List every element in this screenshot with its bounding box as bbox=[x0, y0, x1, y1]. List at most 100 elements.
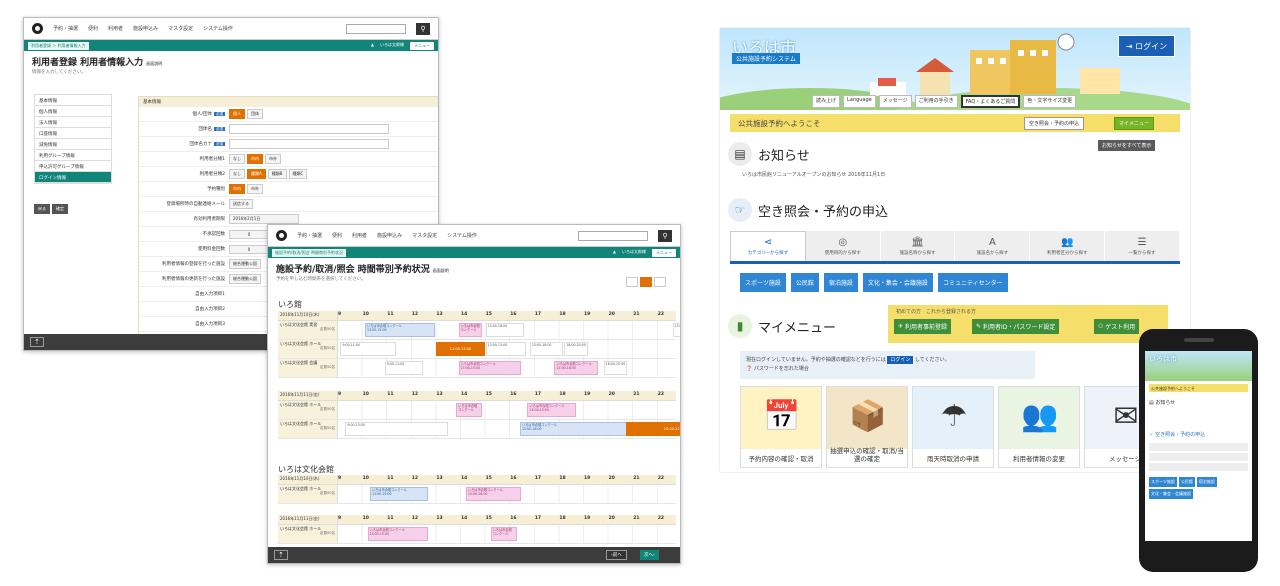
sidebar-item[interactable]: 法人情報 bbox=[35, 117, 111, 128]
breadcrumb[interactable]: 利用者登録 ＞ 利用者情報入力 bbox=[28, 41, 89, 50]
option-chip[interactable]: 種類C bbox=[288, 169, 308, 179]
reservation-block[interactable]: いろは市合唱コンクール 13:00-15:00 bbox=[365, 323, 436, 337]
help-link[interactable]: 画面説明 bbox=[146, 61, 162, 67]
nav-item[interactable]: 予約・抽選 bbox=[53, 25, 78, 32]
nav-item[interactable]: 施設申込み bbox=[133, 25, 158, 32]
pre-register-button[interactable]: ✈ 利用者事前登録 bbox=[894, 319, 951, 334]
room-label[interactable]: いろは文化会館 ホール 定員50名 bbox=[278, 401, 338, 419]
tab-list[interactable]: ☰ 一覧から探す bbox=[1105, 231, 1180, 261]
confirm-button[interactable]: 確定 bbox=[52, 204, 68, 214]
faq-button[interactable]: FAQ・よくあるご質問 bbox=[960, 95, 1021, 108]
reservation-block[interactable]: 9:00-11:00 bbox=[384, 361, 424, 375]
option-chip[interactable]: 市内 bbox=[247, 154, 263, 164]
phone-news[interactable]: ▤ お知らせ bbox=[1149, 399, 1175, 406]
breadcrumb[interactable]: 施設予約/取消/照会 時間帯別予約状況 bbox=[272, 248, 346, 257]
room-label[interactable]: いろは文化会館 ホール 定員50名 bbox=[278, 525, 338, 543]
reservation-block[interactable]: 11:00-13:00 bbox=[436, 342, 485, 356]
nav-item[interactable]: 予約・抽選 bbox=[297, 232, 322, 239]
nav-item[interactable]: システム操作 bbox=[203, 25, 233, 32]
time-slots[interactable]: 9:00-13:00 いろは市合唱コンクール 15:00-18:00 15:00-22… bbox=[338, 420, 680, 438]
notification-icon[interactable]: ▲ bbox=[613, 249, 616, 257]
nav-item[interactable]: 便利 bbox=[332, 232, 342, 239]
view-list-icon[interactable] bbox=[626, 277, 638, 287]
reservation-block[interactable]: いろは市合唱コンクール 13:00-15:00 bbox=[527, 403, 576, 417]
tab-letter[interactable]: A 施設名から探す bbox=[955, 231, 1031, 261]
display-settings-button[interactable]: 色・文字サイズ変更 bbox=[1023, 95, 1077, 108]
reservation-block[interactable]: 9:00-13:00 bbox=[345, 422, 448, 436]
menu-card[interactable]: 📅 予約内容の確認・取消 bbox=[740, 386, 822, 468]
reservation-block[interactable]: 9:00-11:00 bbox=[340, 342, 397, 356]
phone-category-button[interactable]: 公民館 bbox=[1178, 477, 1195, 487]
scroll-top-icon[interactable]: ⇡ bbox=[274, 550, 288, 560]
reservation-block[interactable]: 15:00-22:00 bbox=[625, 422, 680, 436]
back-button[interactable]: 戻る bbox=[34, 204, 50, 214]
menu-card[interactable]: 👥 利用者情報の変更 bbox=[998, 386, 1080, 468]
menu-card[interactable]: ☂ 雨天時取消の申請 bbox=[912, 386, 994, 468]
reservation-block[interactable]: いろは市合唱コンクール bbox=[490, 527, 517, 541]
tab-people[interactable]: 👥 利用者区分から探す bbox=[1030, 231, 1106, 261]
tab-building[interactable]: 🏛 施設名称から探す bbox=[880, 231, 956, 261]
guest-use-button[interactable]: ⚇ ゲスト利用 bbox=[1094, 319, 1140, 334]
next-button[interactable]: 次へ › bbox=[640, 550, 659, 560]
option-chip[interactable]: 種類A bbox=[247, 169, 266, 179]
time-slots[interactable]: いろは市合唱コンクール 13:00-15:00 いろは市合唱コンクール 15:00-1… bbox=[338, 485, 676, 503]
sidebar-item[interactable]: 個人情報 bbox=[35, 106, 111, 117]
news-item[interactable]: いろは市民館リニューアルオープンのお知らせ 2016年11月1日 bbox=[742, 171, 885, 178]
news-all-button[interactable]: お知らせをすべて表示 bbox=[1098, 140, 1156, 151]
message-button[interactable]: メッセージ bbox=[878, 95, 912, 108]
category-button[interactable]: コミュニティセンター bbox=[937, 273, 1008, 292]
search-icon[interactable]: ⚲ bbox=[416, 22, 430, 35]
reservation-block[interactable]: 15:00-22:00 bbox=[672, 323, 680, 337]
view-grid-icon[interactable] bbox=[640, 277, 652, 287]
room-label[interactable]: いろは文化会館 実習 定員50名 bbox=[278, 321, 338, 339]
option-chip[interactable]: 市外 bbox=[265, 154, 281, 164]
reservation-block[interactable]: 18:00-20:00 bbox=[564, 342, 588, 356]
room-label[interactable]: いろは文化会館 ホール 定員50名 bbox=[278, 340, 338, 358]
phone-tabs[interactable] bbox=[1149, 443, 1248, 471]
my-menu-button[interactable]: マイメニュー bbox=[1114, 117, 1155, 130]
phone-category-button[interactable]: 文化・集会・会議施設 bbox=[1149, 489, 1193, 499]
reservation-block[interactable]: いろは市合唱コンクール 15:00-18:00 bbox=[465, 487, 522, 501]
reservation-block[interactable]: 15:00-18:00 bbox=[529, 342, 564, 356]
guide-button[interactable]: ご利用の手引き bbox=[914, 95, 958, 108]
user-name[interactable]: いろは太郎様 bbox=[622, 249, 646, 257]
option-chip[interactable]: なし bbox=[229, 169, 245, 179]
room-label[interactable]: いろは文化会館 ホール 定員50名 bbox=[278, 420, 338, 438]
option-chip[interactable]: 個人 bbox=[229, 109, 245, 119]
search-input[interactable] bbox=[346, 23, 406, 34]
login-button[interactable]: ⇥ ログイン bbox=[1118, 35, 1175, 57]
language-button[interactable]: Language bbox=[843, 95, 876, 108]
view-calendar-icon[interactable] bbox=[654, 277, 666, 287]
prev-button[interactable]: ‹ 前へ bbox=[606, 550, 627, 560]
date-field[interactable]: 2016年2月1日 bbox=[229, 214, 299, 224]
phone-category-button[interactable]: スポーツ施設 bbox=[1149, 477, 1177, 487]
nav-item[interactable]: 施設申込み bbox=[377, 232, 402, 239]
time-slots[interactable]: いろは市合唱コンクール 13:00-15:00 いろは市合唱コンクール bbox=[338, 525, 676, 543]
category-button[interactable]: 公民館 bbox=[790, 273, 819, 292]
option-chip[interactable]: なし bbox=[229, 154, 245, 164]
option-chip[interactable]: 団体 bbox=[247, 109, 263, 119]
password-setup-button[interactable]: ✎ 利用者ID・パスワード設定 bbox=[972, 319, 1060, 334]
inline-login-button[interactable]: ログイン bbox=[887, 356, 914, 364]
nav-item[interactable]: 利用者 bbox=[352, 232, 367, 239]
category-button[interactable]: 宿泊施設 bbox=[823, 273, 858, 292]
reservation-block[interactable]: 18:00-20:00 bbox=[603, 361, 628, 375]
sidebar-item[interactable]: ログイン情報 bbox=[35, 172, 111, 183]
number-stepper[interactable]: 0 bbox=[229, 229, 269, 239]
sidebar-item[interactable]: 口座情報 bbox=[35, 128, 111, 139]
tab-share[interactable]: ⋖ カテゴリーから探す bbox=[730, 231, 806, 261]
nav-item[interactable]: 便利 bbox=[88, 25, 98, 32]
reservation-block[interactable]: 15:00-18:00 bbox=[485, 323, 524, 337]
nav-item[interactable]: システム操作 bbox=[447, 232, 477, 239]
menu-button[interactable]: メニュー bbox=[410, 41, 434, 50]
phone-category-button[interactable]: 宿泊施設 bbox=[1196, 477, 1217, 487]
help-link[interactable]: 画面説明 bbox=[433, 268, 449, 274]
forgot-password-link[interactable]: ❓ パスワードを忘れた場合 bbox=[746, 366, 809, 372]
reservation-block[interactable]: いろは市合唱コンクール 15:00-18:00 bbox=[554, 361, 598, 375]
menu-card[interactable]: 📦 抽選申込の確認・取消/当選の確定 bbox=[826, 386, 908, 468]
text-field[interactable] bbox=[229, 124, 389, 134]
nav-item[interactable]: マスタ設定 bbox=[412, 232, 437, 239]
reservation-block[interactable]: いろは市合唱コンクール bbox=[456, 403, 483, 417]
search-reserve-button[interactable]: 空き照会・予約の申込 bbox=[1024, 117, 1085, 130]
sidebar-item[interactable]: 減免情報 bbox=[35, 139, 111, 150]
